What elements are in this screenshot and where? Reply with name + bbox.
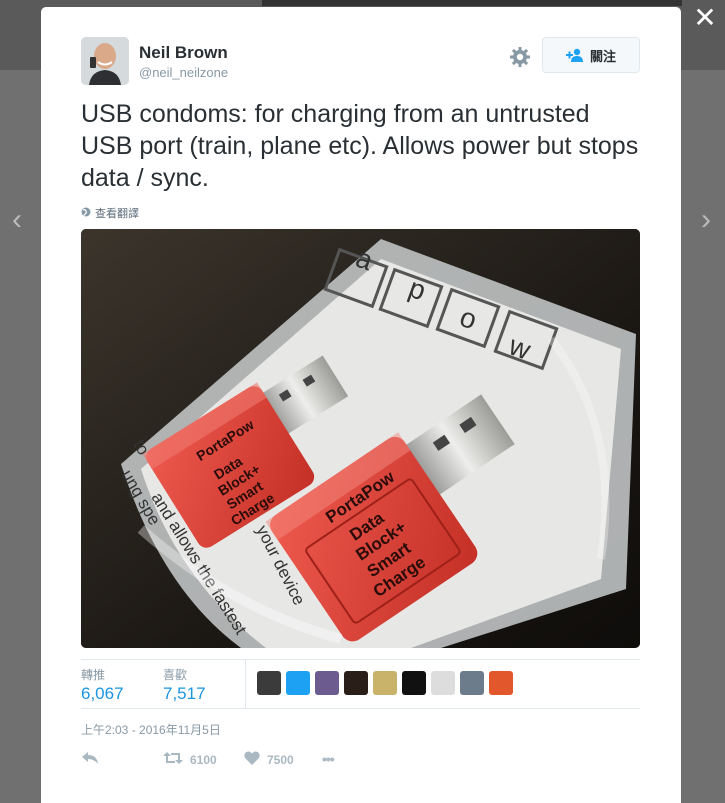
globe-icon xyxy=(81,207,91,220)
liker-avatar[interactable] xyxy=(373,671,397,695)
translate-label: 查看翻譯 xyxy=(95,208,139,220)
author-name[interactable]: Neil Brown xyxy=(139,43,228,63)
reply-icon xyxy=(81,751,99,768)
like-action-count: 7500 xyxy=(267,752,294,767)
retweet-action-count: 6100 xyxy=(190,752,217,767)
heart-icon xyxy=(244,751,260,768)
likes-label: 喜歡 xyxy=(163,668,188,682)
retweet-button[interactable]: 6100 xyxy=(163,751,217,768)
liker-avatar[interactable] xyxy=(489,671,513,695)
author-handle[interactable]: @neil_neilzone xyxy=(139,65,228,80)
more-icon[interactable]: ••• xyxy=(322,751,335,767)
tweet-text: USB condoms: for charging from an untrus… xyxy=(81,100,639,192)
likes-stat[interactable]: 喜歡 7,517 xyxy=(163,666,206,704)
gear-icon[interactable] xyxy=(508,45,532,69)
previous-tweet-chevron-icon[interactable]: ‹ xyxy=(2,200,32,240)
liker-avatar[interactable] xyxy=(315,671,339,695)
retweet-icon xyxy=(163,751,183,768)
tweet-timestamp[interactable]: 上午2:03 - 2016年11月5日 xyxy=(81,721,221,738)
liker-avatar[interactable] xyxy=(344,671,368,695)
liker-avatar[interactable] xyxy=(257,671,281,695)
liker-avatar[interactable] xyxy=(460,671,484,695)
add-user-icon xyxy=(565,48,584,62)
retweets-label: 轉推 xyxy=(81,668,106,682)
retweets-count[interactable]: 6,067 xyxy=(81,684,124,704)
engagement-stats: 轉推 6,067 喜歡 7,517 xyxy=(81,659,640,709)
likes-count[interactable]: 7,517 xyxy=(163,684,206,704)
tweet-photo[interactable]: a p o w to ung spe and allows the fastes… xyxy=(81,229,640,648)
liker-avatar[interactable] xyxy=(286,671,310,695)
follow-button[interactable]: 關注 xyxy=(542,37,640,73)
tweet-modal: Neil Brown @neil_neilzone 關注 USB condoms… xyxy=(41,7,681,803)
follow-button-label: 關注 xyxy=(589,48,616,64)
liker-avatar[interactable] xyxy=(431,671,455,695)
liker-avatars xyxy=(257,671,513,695)
close-icon[interactable]: ✕ xyxy=(691,4,719,32)
next-tweet-chevron-icon[interactable]: › xyxy=(691,200,721,240)
retweets-stat[interactable]: 轉推 6,067 xyxy=(81,666,124,704)
avatar[interactable] xyxy=(81,37,129,85)
liker-avatar[interactable] xyxy=(402,671,426,695)
background-column-right xyxy=(682,70,725,803)
stats-divider xyxy=(245,660,246,708)
reply-button[interactable] xyxy=(81,751,99,768)
translate-link[interactable]: 查看翻譯 xyxy=(81,205,139,221)
background-column-left xyxy=(0,70,40,803)
like-button[interactable]: 7500 xyxy=(244,751,294,768)
